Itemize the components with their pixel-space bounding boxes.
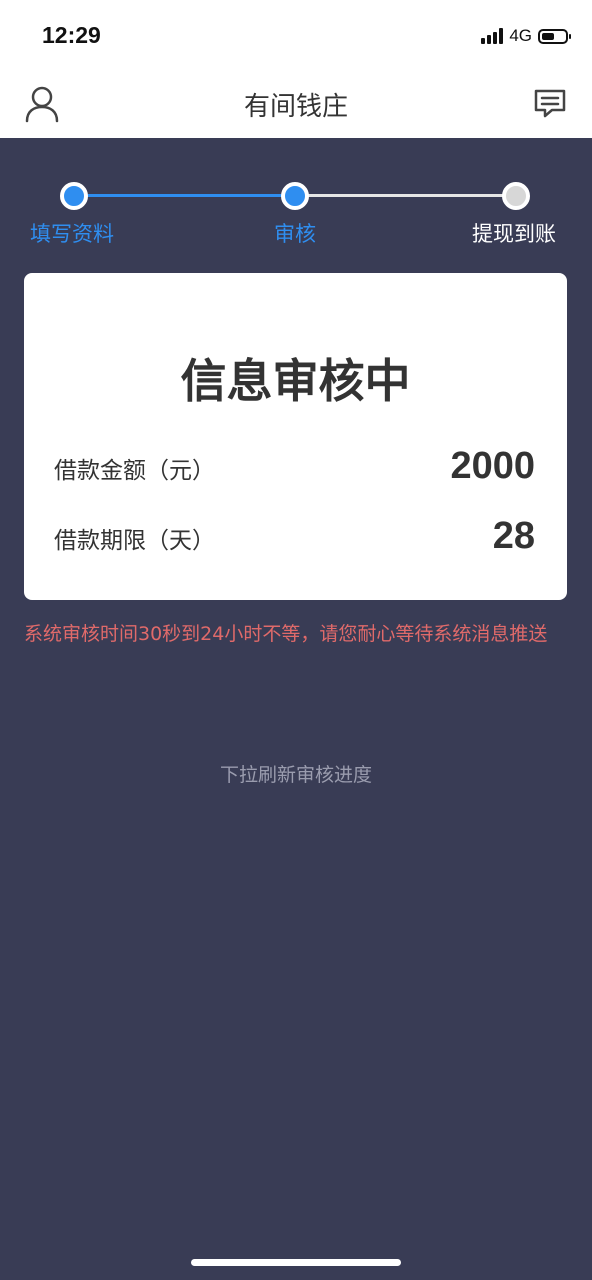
review-notice: 系统审核时间30秒到24小时不等，请您耐心等待系统消息推送 — [24, 623, 548, 645]
loan-term-value: 28 — [492, 515, 535, 557]
home-indicator[interactable] — [191, 1259, 401, 1266]
loan-amount-value: 2000 — [450, 445, 535, 487]
nav-bar: 有间钱庄 — [0, 70, 592, 138]
message-icon[interactable] — [532, 86, 568, 122]
review-status-card: 信息审核中 借款金额（元） 2000 借款期限（天） 28 — [24, 273, 567, 600]
card-title: 信息审核中 — [180, 354, 411, 408]
pull-to-refresh-hint[interactable]: 下拉刷新审核进度 — [0, 760, 592, 787]
step-dot-withdraw — [502, 182, 530, 210]
progress-steps: 填写资料 审核 提现到账 — [0, 170, 592, 250]
page-title: 有间钱庄 — [243, 92, 348, 122]
loan-amount-label: 借款金额（元） — [54, 458, 215, 484]
signal-icon — [481, 28, 504, 44]
step-dot-review — [281, 182, 309, 210]
status-time: 12:29 — [42, 22, 101, 48]
step-dot-fill-info — [60, 182, 88, 210]
step-label-withdraw: 提现到账 — [472, 222, 556, 246]
step-label-fill-info: 填写资料 — [30, 222, 114, 246]
step-line-1 — [74, 194, 295, 197]
step-line-2 — [295, 194, 516, 197]
loan-term-label: 借款期限（天） — [54, 528, 215, 554]
network-type: 4G — [509, 26, 532, 45]
system-icons: 4G — [481, 26, 571, 46]
step-label-review: 审核 — [274, 222, 316, 246]
status-bar: 12:29 4G — [0, 0, 592, 70]
battery-icon — [538, 28, 571, 44]
